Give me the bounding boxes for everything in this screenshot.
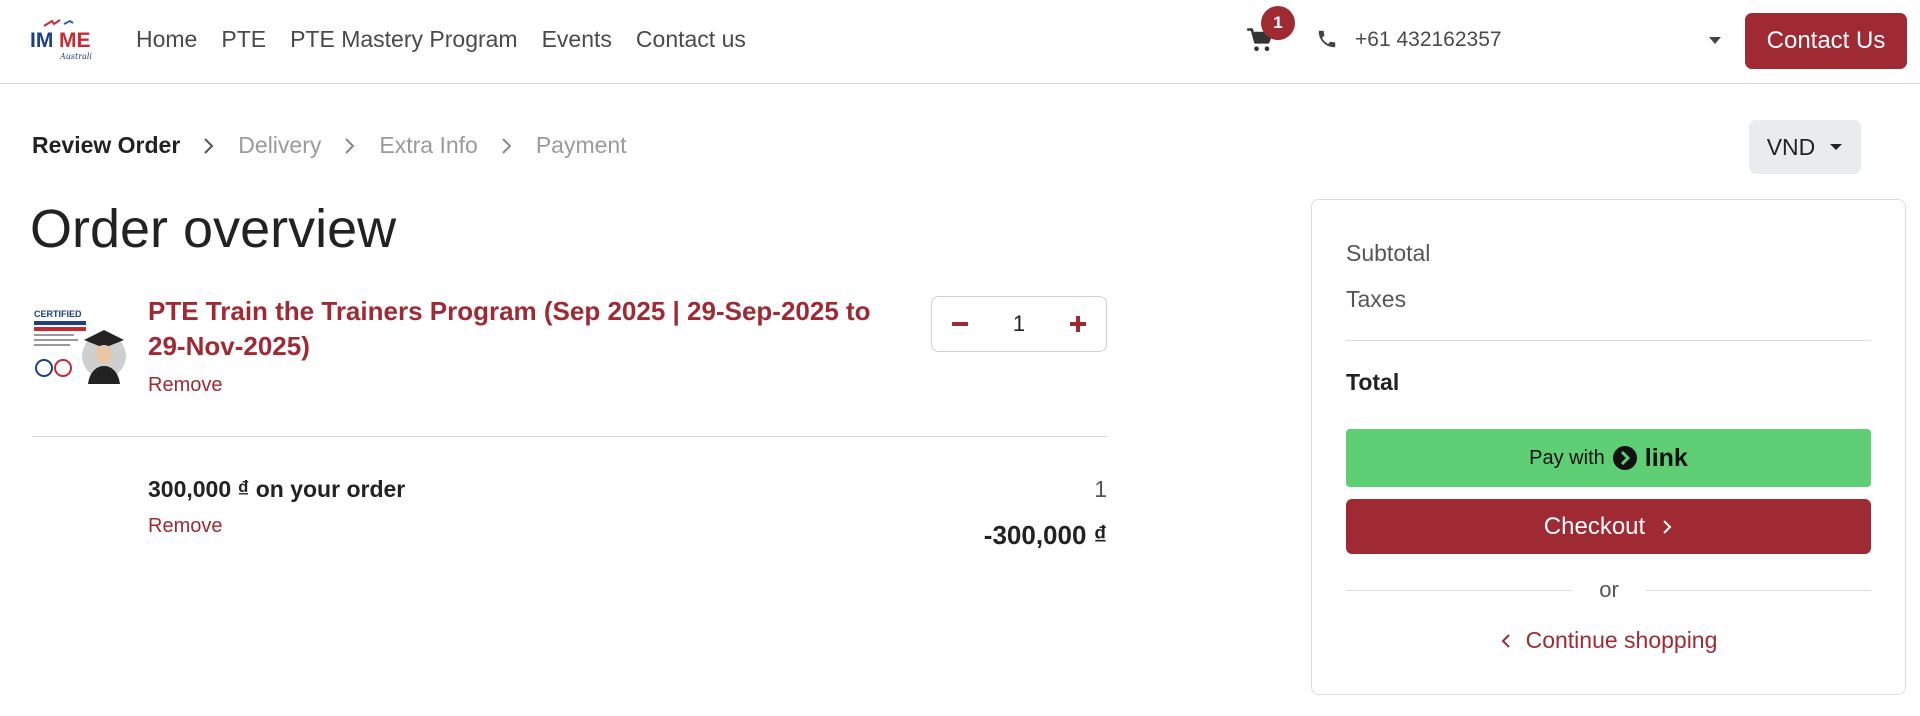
step-delivery[interactable]: Delivery <box>238 132 321 159</box>
svg-text:IM: IM <box>30 29 53 52</box>
caret-down-icon <box>1830 144 1843 150</box>
discount-name: 300,000 ₫ on your order <box>148 476 406 502</box>
product-name-link[interactable]: PTE Train the Trainers Program (Sep 2025… <box>148 294 908 364</box>
checkout-button[interactable]: Checkout <box>1346 499 1871 554</box>
checkout-steps: Review Order Delivery Extra Info Payment <box>32 132 627 159</box>
step-review-order[interactable]: Review Order <box>32 132 180 159</box>
logo-graphic: IM ME Australia <box>30 19 97 61</box>
remove-discount-link[interactable]: Remove <box>148 515 222 538</box>
chevron-right-icon <box>180 134 238 158</box>
currency-value: VND <box>1766 133 1816 160</box>
nav-pte-mastery-program[interactable]: PTE Mastery Program <box>290 26 518 53</box>
thumb-title: CERTIFIED <box>34 309 82 319</box>
caret-down-icon[interactable] <box>1705 30 1725 50</box>
nav-home[interactable]: Home <box>136 26 197 53</box>
site-header: IM ME Australia Home PTE PTE Mastery Pro… <box>0 0 1920 84</box>
svg-text:Australia: Australia <box>59 52 92 61</box>
pay-with-label: Pay with <box>1529 446 1605 469</box>
or-divider-left <box>1346 590 1572 591</box>
svg-text:ME: ME <box>59 29 91 52</box>
or-label: or <box>1599 577 1619 602</box>
continue-shopping-label: Continue shopping <box>1525 627 1718 653</box>
discount-amount: -300,000 ₫ <box>983 520 1107 550</box>
phone-icon <box>1316 28 1338 50</box>
phone-number-link[interactable]: +61 432162357 <box>1355 28 1502 52</box>
cart-count-badge: 1 <box>1261 6 1295 40</box>
continue-shopping-link[interactable]: Continue shopping <box>1346 627 1871 654</box>
step-extra-info[interactable]: Extra Info <box>379 132 477 159</box>
main-nav: Home PTE PTE Mastery Program Events Cont… <box>136 26 746 53</box>
step-payment[interactable]: Payment <box>536 132 627 159</box>
nav-pte[interactable]: PTE <box>221 26 266 53</box>
line-divider <box>32 436 1107 437</box>
or-divider-right <box>1646 590 1871 591</box>
link-logo-icon <box>1612 446 1637 470</box>
subtotal-label: Subtotal <box>1346 240 1431 266</box>
discount-quantity: 1 <box>1094 476 1107 502</box>
quantity-stepper <box>931 296 1107 352</box>
chevron-left-icon <box>1501 633 1510 648</box>
contact-us-button[interactable]: Contact Us <box>1745 13 1907 69</box>
nav-events[interactable]: Events <box>542 26 612 53</box>
remove-product-link[interactable]: Remove <box>148 374 222 397</box>
chevron-right-icon <box>321 134 379 158</box>
total-label: Total <box>1346 369 1400 395</box>
summary-divider <box>1346 340 1871 341</box>
page-title: Order overview <box>30 199 397 259</box>
product-thumbnail[interactable]: CERTIFIED <box>32 296 128 384</box>
nav-contact-us[interactable]: Contact us <box>636 26 746 53</box>
pay-with-link-button[interactable]: Pay with link <box>1346 429 1871 487</box>
taxes-label: Taxes <box>1346 286 1407 312</box>
chevron-right-icon <box>1663 519 1672 534</box>
order-summary-card: Subtotal Taxes Total Pay with link Check… <box>1311 199 1906 695</box>
currency-selector[interactable]: VND <box>1749 120 1861 174</box>
imme-logo[interactable]: IM ME Australia <box>30 18 97 62</box>
quantity-input[interactable] <box>999 311 1039 337</box>
minus-icon[interactable] <box>932 297 988 351</box>
chevron-right-icon <box>478 134 536 158</box>
link-brand-label: link <box>1644 443 1688 472</box>
plus-icon[interactable] <box>1050 297 1106 351</box>
checkout-label: Checkout <box>1543 512 1646 540</box>
